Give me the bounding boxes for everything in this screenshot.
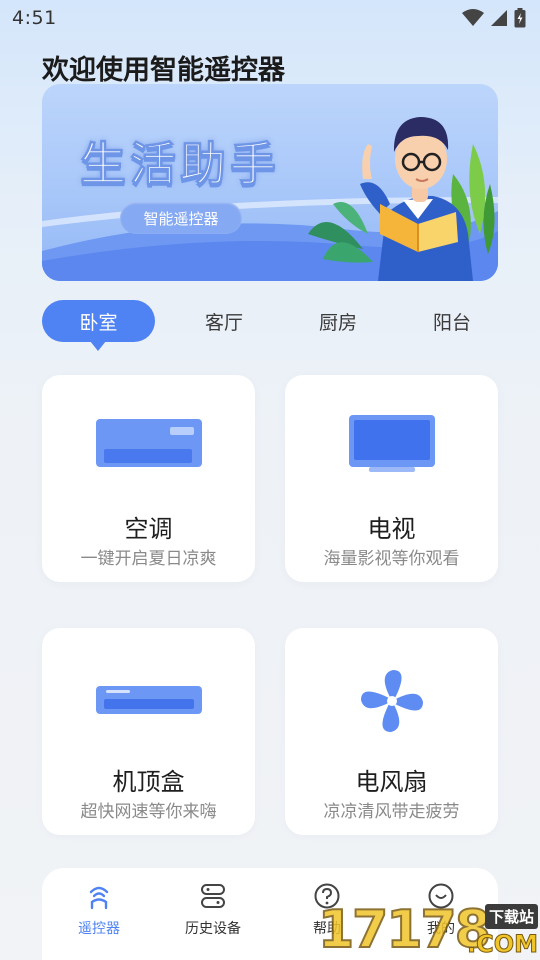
device-title: 机顶盒 (112, 768, 185, 796)
signal-icon (491, 10, 507, 26)
history-icon (201, 884, 225, 908)
status-time: 4:51 (12, 7, 57, 29)
active-tab-pointer (90, 341, 106, 351)
watermark-brand: 17178 (317, 899, 492, 960)
device-title: 空调 (124, 515, 173, 543)
watermark: 17178 下载站 .COM (317, 899, 540, 960)
device-subtitle: 超快网速等你来嗨 (80, 802, 217, 822)
page-title: 欢迎使用智能遥控器 (42, 55, 285, 86)
battery-icon (514, 8, 526, 28)
device-subtitle: 海量影视等你观看 (323, 549, 460, 569)
fan-icon (360, 670, 423, 732)
device-subtitle: 凉凉清风带走疲劳 (323, 802, 460, 822)
nav-history[interactable]: 历史设备 (168, 882, 258, 944)
nav-label: 历史设备 (185, 921, 241, 937)
nav-remote[interactable]: 遥控器 (54, 882, 144, 944)
air-conditioner-icon (95, 419, 202, 467)
device-card-set-top-box[interactable]: 机顶盒 超快网速等你来嗨 (42, 628, 255, 835)
device-card-air-conditioner[interactable]: 空调 一键开启夏日凉爽 (42, 375, 255, 582)
tv-icon (348, 415, 435, 472)
nav-label: 遥控器 (78, 921, 120, 937)
device-title: 电风扇 (355, 768, 428, 796)
watermark-suffix: .COM (466, 930, 538, 959)
watermark-tag: 下载站 (484, 904, 538, 929)
banner-pill: 智能遥控器 (120, 202, 242, 234)
tab-bedroom[interactable]: 卧室 (42, 300, 155, 342)
remote-icon (89, 886, 109, 910)
room-tabs: 卧室 客厅 厨房 阳台 (42, 300, 498, 360)
set-top-box-icon (95, 686, 202, 714)
tab-living-room[interactable]: 客厅 (182, 300, 266, 342)
banner-heading: 生活助手 (80, 137, 280, 192)
tab-kitchen[interactable]: 厨房 (296, 300, 380, 342)
device-subtitle: 一键开启夏日凉爽 (80, 549, 217, 569)
status-bar: 4:51 (0, 0, 540, 36)
device-title: 电视 (367, 515, 416, 543)
status-icons (462, 8, 526, 28)
assistant-illustration (308, 117, 495, 281)
wifi-icon (462, 9, 484, 26)
banner[interactable]: 生活助手 智能遥控器 (42, 84, 498, 281)
device-card-fan[interactable]: 电风扇 凉凉清风带走疲劳 (285, 628, 498, 835)
tab-balcony[interactable]: 阳台 (410, 300, 494, 342)
device-card-tv[interactable]: 电视 海量影视等你观看 (285, 375, 498, 582)
